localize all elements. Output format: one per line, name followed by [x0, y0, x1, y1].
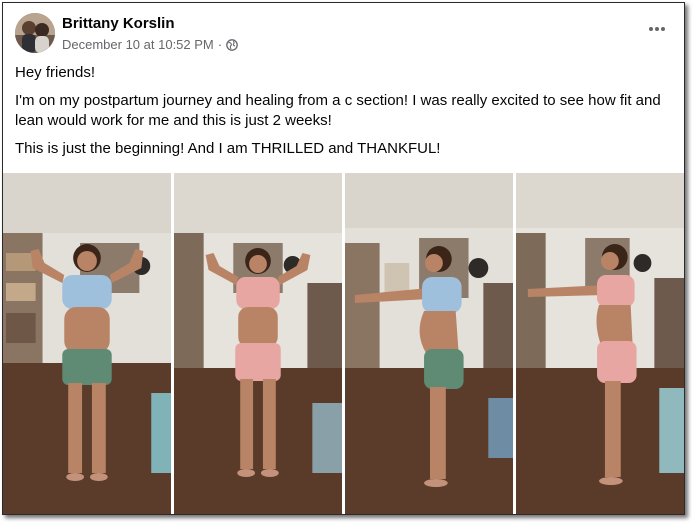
- ellipsis-icon: [649, 27, 665, 31]
- photo-grid: [3, 173, 684, 514]
- photo-before-front[interactable]: [3, 173, 171, 514]
- photo-after-front[interactable]: [174, 173, 342, 514]
- post-paragraph: This is just the beginning! And I am THR…: [15, 140, 441, 157]
- more-options-button[interactable]: [645, 19, 669, 39]
- post-paragraph: Hey friends!: [15, 64, 96, 81]
- post-body: Hey friends! I'm on my postpartum journe…: [15, 63, 675, 167]
- photo-before-side[interactable]: [345, 173, 513, 514]
- meta-separator: ·: [217, 37, 223, 52]
- photo-after-side[interactable]: [516, 173, 684, 514]
- post-timestamp[interactable]: December 10 at 10:52 PM: [62, 37, 214, 52]
- globe-icon: [226, 38, 238, 51]
- author-name[interactable]: Brittany Korslin: [62, 15, 175, 32]
- post-meta: December 10 at 10:52 PM ·: [62, 37, 238, 52]
- post-card: Brittany Korslin December 10 at 10:52 PM…: [2, 2, 685, 515]
- post-header: Brittany Korslin December 10 at 10:52 PM…: [15, 13, 675, 57]
- post-paragraph: I'm on my postpartum journey and healing…: [15, 92, 661, 129]
- author-avatar[interactable]: [15, 13, 55, 53]
